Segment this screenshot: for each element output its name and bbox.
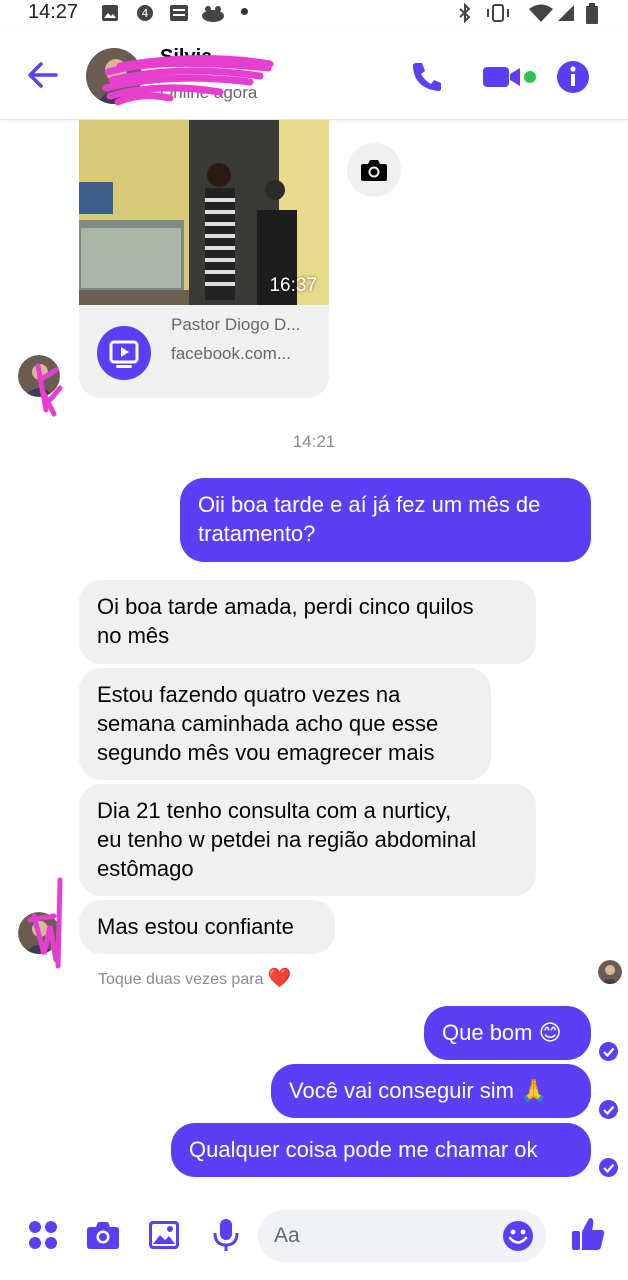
signal-icon: [558, 5, 574, 21]
svg-text:4: 4: [142, 7, 149, 20]
microphone-icon[interactable]: [212, 1218, 240, 1252]
bluetooth-icon: [459, 3, 471, 23]
message-outgoing[interactable]: Qualquer coisa pode me chamar ok: [171, 1123, 591, 1177]
shared-link-title: Pastor Diogo D...: [171, 315, 301, 334]
wifi-icon: [529, 4, 553, 22]
chat-header: Silvia Online agora: [0, 28, 628, 120]
message-line: Estou fazendo quatro vezes na: [97, 682, 401, 707]
video-thumbnail[interactable]: 16:37: [79, 120, 329, 305]
message-line: Qualquer coisa pode me chamar ok: [189, 1137, 538, 1162]
camera-icon[interactable]: [86, 1220, 120, 1250]
message-line: Você vai conseguir sim 🙏: [289, 1078, 548, 1103]
delivered-check-icon: [599, 1158, 618, 1177]
image-icon[interactable]: [148, 1220, 180, 1250]
notification-icon: 4: [137, 5, 153, 21]
video-camera-icon[interactable]: [482, 64, 522, 90]
message-line: Oi boa tarde amada, perdi cinco quilos: [97, 594, 474, 619]
seen-avatar: [598, 960, 622, 984]
message-line: Oii boa tarde e aí já fez um mês de: [198, 492, 541, 517]
active-status-dot: [524, 71, 536, 83]
camera-reply-button[interactable]: [347, 143, 401, 197]
shared-link-card[interactable]: 16:37 Pastor Diogo D... facebook.com...: [79, 120, 329, 398]
status-time: 14:27: [28, 1, 79, 23]
message-input-pill[interactable]: [258, 1210, 546, 1262]
message-line: Dia 21 tenho consulta com a nurticy,: [97, 798, 452, 823]
delivered-check-icon: [599, 1042, 618, 1061]
message-input[interactable]: [274, 1210, 494, 1262]
battery-icon: [586, 3, 598, 24]
phone-icon[interactable]: [410, 60, 444, 92]
message-incoming[interactable]: Estou fazendo quatro vezes na semana cam…: [79, 668, 491, 780]
message-timestamp: 14:21: [292, 432, 336, 451]
four-dots-icon[interactable]: [28, 1220, 58, 1250]
message-line: estômago: [97, 856, 194, 881]
video-play-icon: [97, 326, 151, 380]
thumbs-up-icon[interactable]: [571, 1216, 605, 1252]
message-line: no mês: [97, 623, 170, 648]
message-line: Mas estou confiante: [97, 914, 294, 939]
camera-icon: [361, 160, 387, 181]
video-duration: 16:37: [269, 275, 317, 296]
status-bar: 14:27 4: [0, 0, 628, 24]
delivered-check-icon: [599, 1100, 618, 1119]
message-incoming[interactable]: Dia 21 tenho consulta com a nurticy, eu …: [79, 784, 536, 896]
message-outgoing[interactable]: Você vai conseguir sim 🙏: [271, 1064, 591, 1118]
message-line: tratamento?: [198, 521, 316, 546]
redaction-scribble-3: [27, 877, 63, 969]
shared-link-domain: facebook.com...: [171, 344, 292, 363]
more-notifications-dot: [241, 8, 248, 15]
message-incoming[interactable]: Oi boa tarde amada, perdi cinco quilos n…: [79, 580, 536, 664]
emoji-icon[interactable]: [502, 1220, 534, 1252]
gallery-notification-icon: [102, 5, 118, 21]
info-icon[interactable]: [556, 60, 590, 94]
news-notification-icon: [170, 5, 188, 21]
message-incoming[interactable]: Mas estou confiante: [79, 900, 335, 954]
heart-icon[interactable]: ❤️: [268, 968, 292, 989]
vibrate-icon: [487, 4, 509, 22]
composer-bar: [0, 1196, 628, 1280]
message-outgoing[interactable]: Que bom 😊: [424, 1006, 591, 1060]
message-line: eu tenho w petdei na região abdominal: [97, 827, 477, 852]
app-notification-icon: [202, 6, 224, 22]
reaction-hint-text: Toque duas vezes para: [98, 971, 264, 988]
message-line: semana caminhada acho que esse: [97, 711, 439, 736]
reaction-hint: Toque duas vezes para ❤️: [98, 966, 292, 990]
message-line: segundo mês vou emagrecer mais: [97, 740, 435, 765]
back-arrow-icon[interactable]: [26, 60, 58, 90]
redaction-scribble: [102, 54, 274, 106]
message-line: Que bom 😊: [442, 1020, 562, 1045]
redaction-scribble-2: [35, 363, 63, 417]
message-outgoing[interactable]: Oii boa tarde e aí já fez um mês de trat…: [180, 478, 591, 562]
